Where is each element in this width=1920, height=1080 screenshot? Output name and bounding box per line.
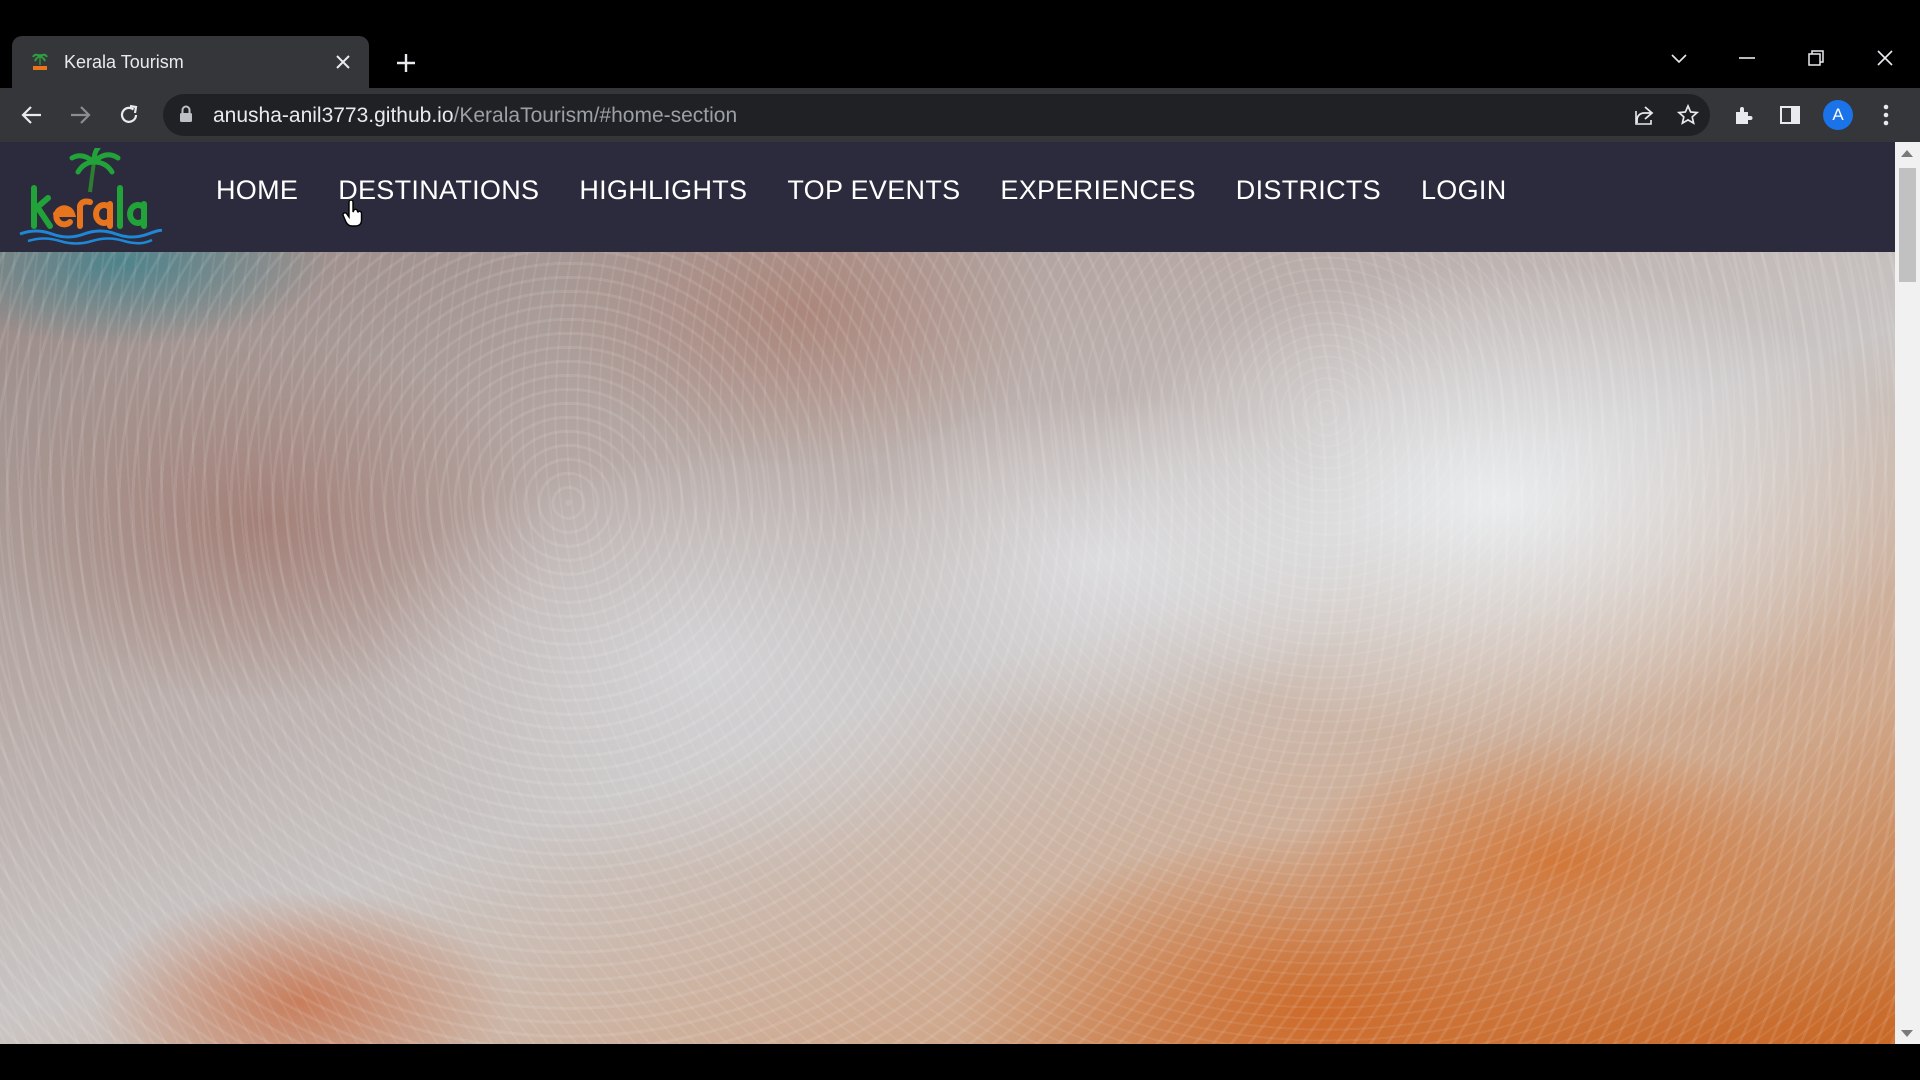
main-menu: HOME DESTINATIONS HIGHLIGHTS TOP EVENTS … [216,175,1507,206]
back-arrow-icon[interactable] [14,97,50,133]
kebab-menu-icon[interactable] [1868,97,1904,133]
site-navbar: HOME DESTINATIONS HIGHLIGHTS TOP EVENTS … [0,142,1895,252]
address-bar[interactable]: anusha-anil3773.github.io/KeralaTourism/… [163,94,1710,136]
scroll-down-arrow-icon[interactable] [1901,1030,1913,1037]
favicon-icon [30,52,50,72]
tab-strip: Kerala Tourism [0,0,1920,88]
hand-cursor-icon [342,199,364,233]
lock-icon[interactable] [179,105,193,128]
extensions-icon[interactable] [1725,97,1761,133]
scrollbar-thumb[interactable] [1899,168,1916,282]
url-host: anusha-anil3773.github.io [213,104,454,127]
nav-destinations[interactable]: DESTINATIONS [338,175,539,206]
nav-login[interactable]: LOGIN [1421,175,1507,206]
side-panel-icon[interactable] [1772,97,1808,133]
page-viewport: HOME DESTINATIONS HIGHLIGHTS TOP EVENTS … [0,142,1895,1044]
avatar: A [1823,100,1853,130]
nav-home[interactable]: HOME [216,175,298,206]
nav-experiences[interactable]: EXPERIENCES [1000,175,1195,206]
profile-avatar[interactable]: A [1820,97,1856,133]
scroll-up-arrow-icon[interactable] [1901,150,1913,157]
minimize-icon[interactable] [1722,40,1772,76]
nav-highlights[interactable]: HIGHLIGHTS [579,175,747,206]
bottom-black-bar [0,1044,1920,1080]
nav-top-events[interactable]: TOP EVENTS [787,175,960,206]
hero-video-beach-waves [0,142,1895,1044]
close-icon[interactable] [329,48,357,76]
plus-icon[interactable] [389,46,423,80]
star-icon[interactable] [1673,100,1703,130]
kerala-logo[interactable] [16,145,164,246]
browser-toolbar: anusha-anil3773.github.io/KeralaTourism/… [0,88,1920,142]
nav-districts[interactable]: DISTRICTS [1236,175,1381,206]
reload-icon[interactable] [111,97,147,133]
share-icon[interactable] [1629,100,1659,130]
url-path: /KeralaTourism/#home-section [453,104,738,127]
tab-title: Kerala Tourism [64,51,184,72]
chevron-down-icon[interactable] [1654,40,1704,76]
wave-foam-texture [0,142,1895,1044]
page-scrollbar[interactable] [1895,142,1920,1044]
restore-icon[interactable] [1791,40,1841,76]
browser-tab[interactable]: Kerala Tourism [12,36,369,88]
url-text[interactable]: anusha-anil3773.github.io/KeralaTourism/… [213,104,737,128]
forward-arrow-icon[interactable] [62,97,98,133]
window-close-icon[interactable] [1860,40,1910,76]
